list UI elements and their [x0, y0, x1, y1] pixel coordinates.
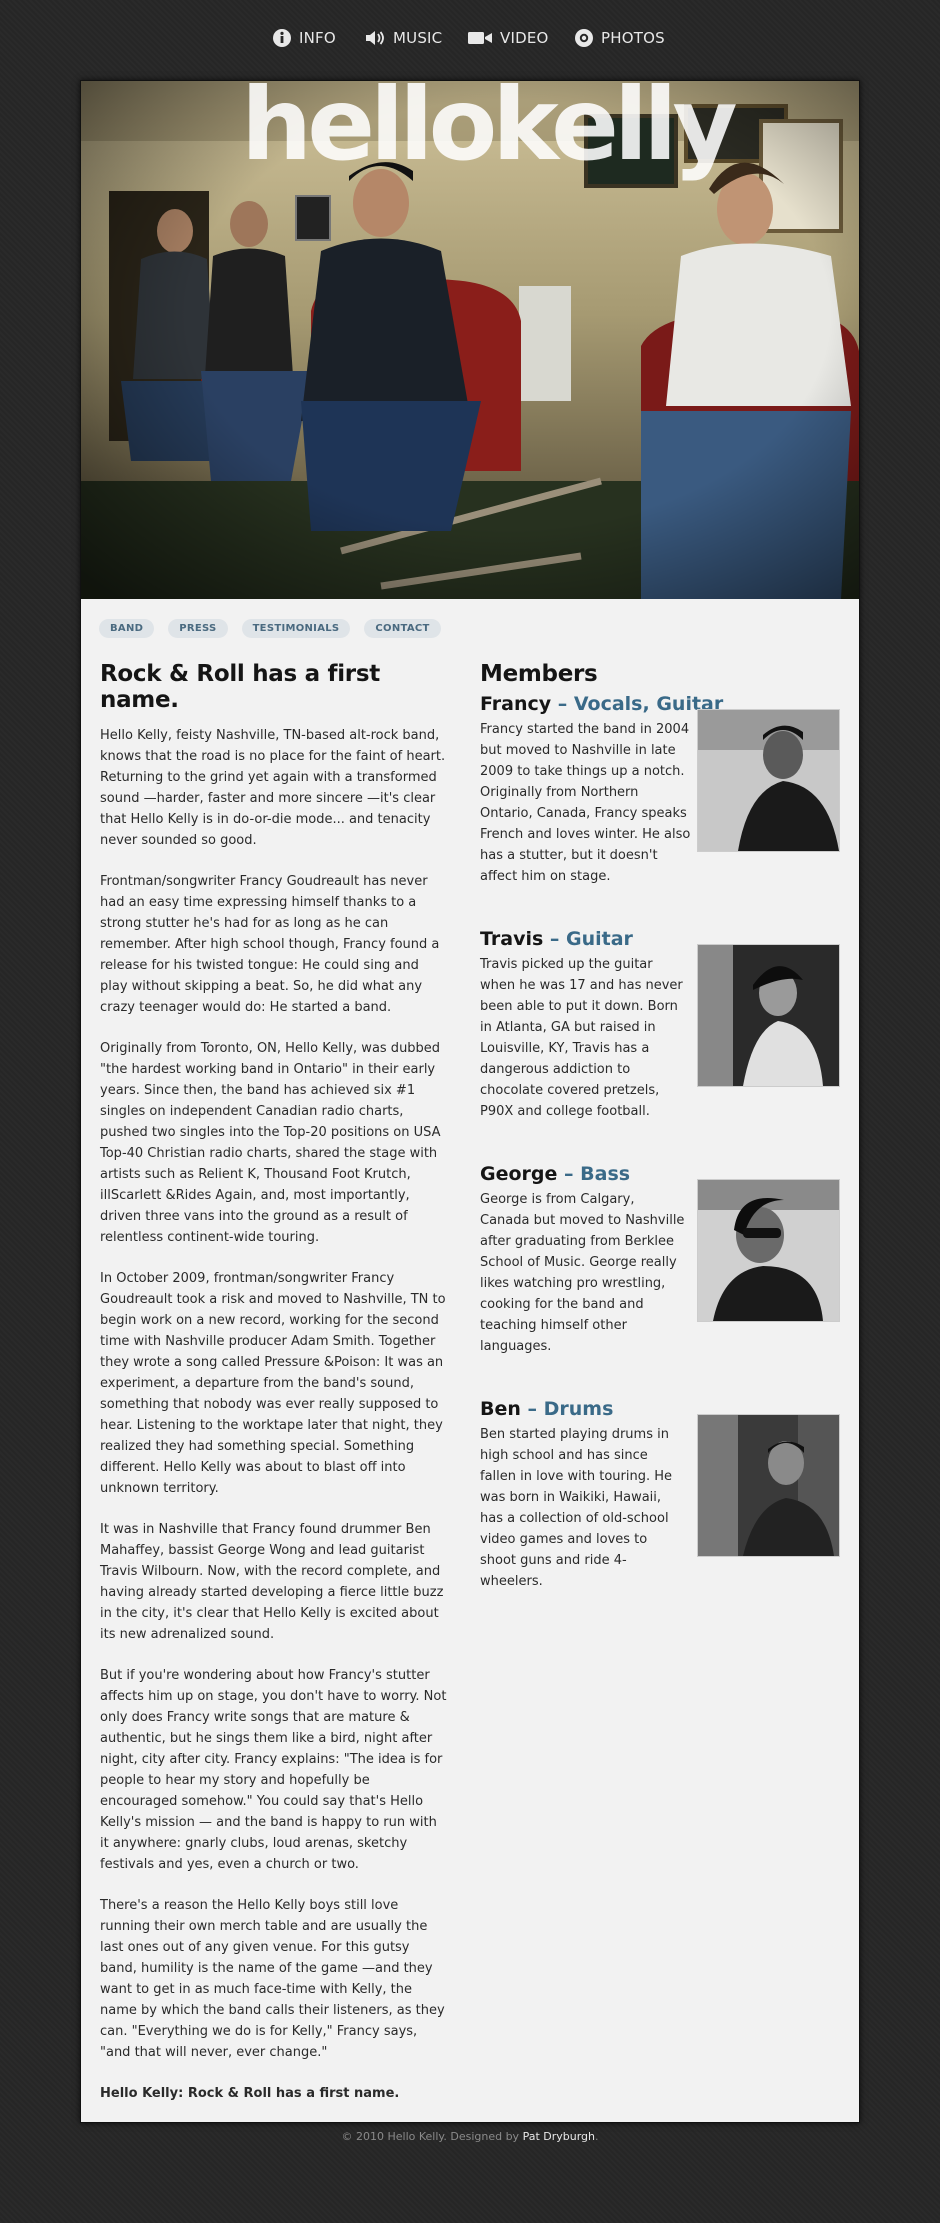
bio-closing: Hello Kelly: Rock & Roll has a first nam… [100, 2086, 400, 2101]
member-bio: Ben started playing drums in high school… [480, 1427, 672, 1589]
camera-icon [575, 29, 593, 47]
nav-info[interactable]: INFO [272, 24, 336, 52]
member-name: Francy [480, 693, 552, 715]
nav-video-label: VIDEO [500, 29, 549, 47]
bio-title: Rock & Roll has a first name. [100, 661, 380, 713]
nav-music[interactable]: MUSIC [364, 24, 442, 52]
member-name: Ben [480, 1398, 521, 1420]
nav-photos[interactable]: PHOTOS [574, 24, 665, 52]
bio-paragraph: But if you're wondering about how Francy… [100, 1668, 447, 1872]
member-role: – Drums [520, 1398, 614, 1420]
bio-paragraph: There's a reason the Hello Kelly boys st… [100, 1898, 445, 2060]
member-name: George [480, 1163, 558, 1185]
member-photo-george [697, 1179, 840, 1322]
member-photo-francy [697, 709, 840, 852]
speaker-icon [366, 31, 384, 45]
members-section: Members Francy – Vocals, Guitar Francy s… [480, 661, 840, 1633]
bio-paragraph: In October 2009, frontman/songwriter Fra… [100, 1271, 446, 1496]
member-bio: George is from Calgary, Canada but moved… [480, 1192, 685, 1354]
top-nav: INFO MUSIC VIDEO PHOTOS [0, 0, 940, 78]
subnav-band[interactable]: BAND [99, 619, 155, 638]
member-role: – Bass [557, 1163, 631, 1185]
member-photo-travis [697, 944, 840, 1087]
nav-info-label: INFO [299, 29, 336, 47]
member-photo-ben [697, 1414, 840, 1557]
member-bio: Travis picked up the guitar when he was … [480, 957, 683, 1119]
nav-music-label: MUSIC [393, 29, 443, 47]
member-card-travis: Travis – Guitar Travis picked up the gui… [480, 928, 840, 1163]
designer-link[interactable]: Pat Dryburgh [523, 2130, 595, 2143]
nav-video[interactable]: VIDEO [467, 24, 549, 52]
subnav-press[interactable]: PRESS [168, 619, 228, 638]
bio-paragraph: Frontman/songwriter Francy Goudreault ha… [100, 874, 440, 1015]
footer-end: . [595, 2130, 599, 2143]
band-bio: Rock & Roll has a first name. Hello Kell… [100, 661, 447, 2124]
footer-copyright: © 2010 Hello Kelly. Designed by [341, 2130, 523, 2143]
footer: © 2010 Hello Kelly. Designed by Pat Dryb… [0, 2130, 940, 2143]
member-card-ben: Ben – Drums Ben started playing drums in… [480, 1398, 840, 1633]
subnav-contact[interactable]: CONTACT [364, 619, 441, 638]
member-card-francy: Francy – Vocals, Guitar Francy started t… [480, 693, 840, 928]
members-title: Members [480, 661, 598, 687]
hellokelly-logo: hellokelly [241, 81, 738, 183]
section-nav: BAND PRESS TESTIMONIALS CONTACT [99, 619, 441, 638]
member-name: Travis [480, 928, 544, 950]
bio-paragraph: Originally from Toronto, ON, Hello Kelly… [100, 1041, 441, 1245]
nav-photos-label: PHOTOS [601, 29, 665, 47]
hero-band-photo: hellokelly [81, 81, 859, 599]
subnav-testimonials[interactable]: TESTIMONIALS [241, 619, 351, 638]
bio-paragraph: It was in Nashville that Francy found dr… [100, 1522, 444, 1642]
content-panel: hellokelly BAND PRESS TESTIMONIALS CONTA… [80, 80, 860, 2123]
member-role: – Guitar [543, 928, 633, 950]
info-icon [273, 29, 291, 47]
member-bio: Francy started the band in 2004 but move… [480, 722, 691, 884]
video-camera-icon [468, 32, 492, 44]
member-card-george: George – Bass George is from Calgary, Ca… [480, 1163, 840, 1398]
bio-paragraph: Hello Kelly, feisty Nashville, TN-based … [100, 728, 446, 848]
